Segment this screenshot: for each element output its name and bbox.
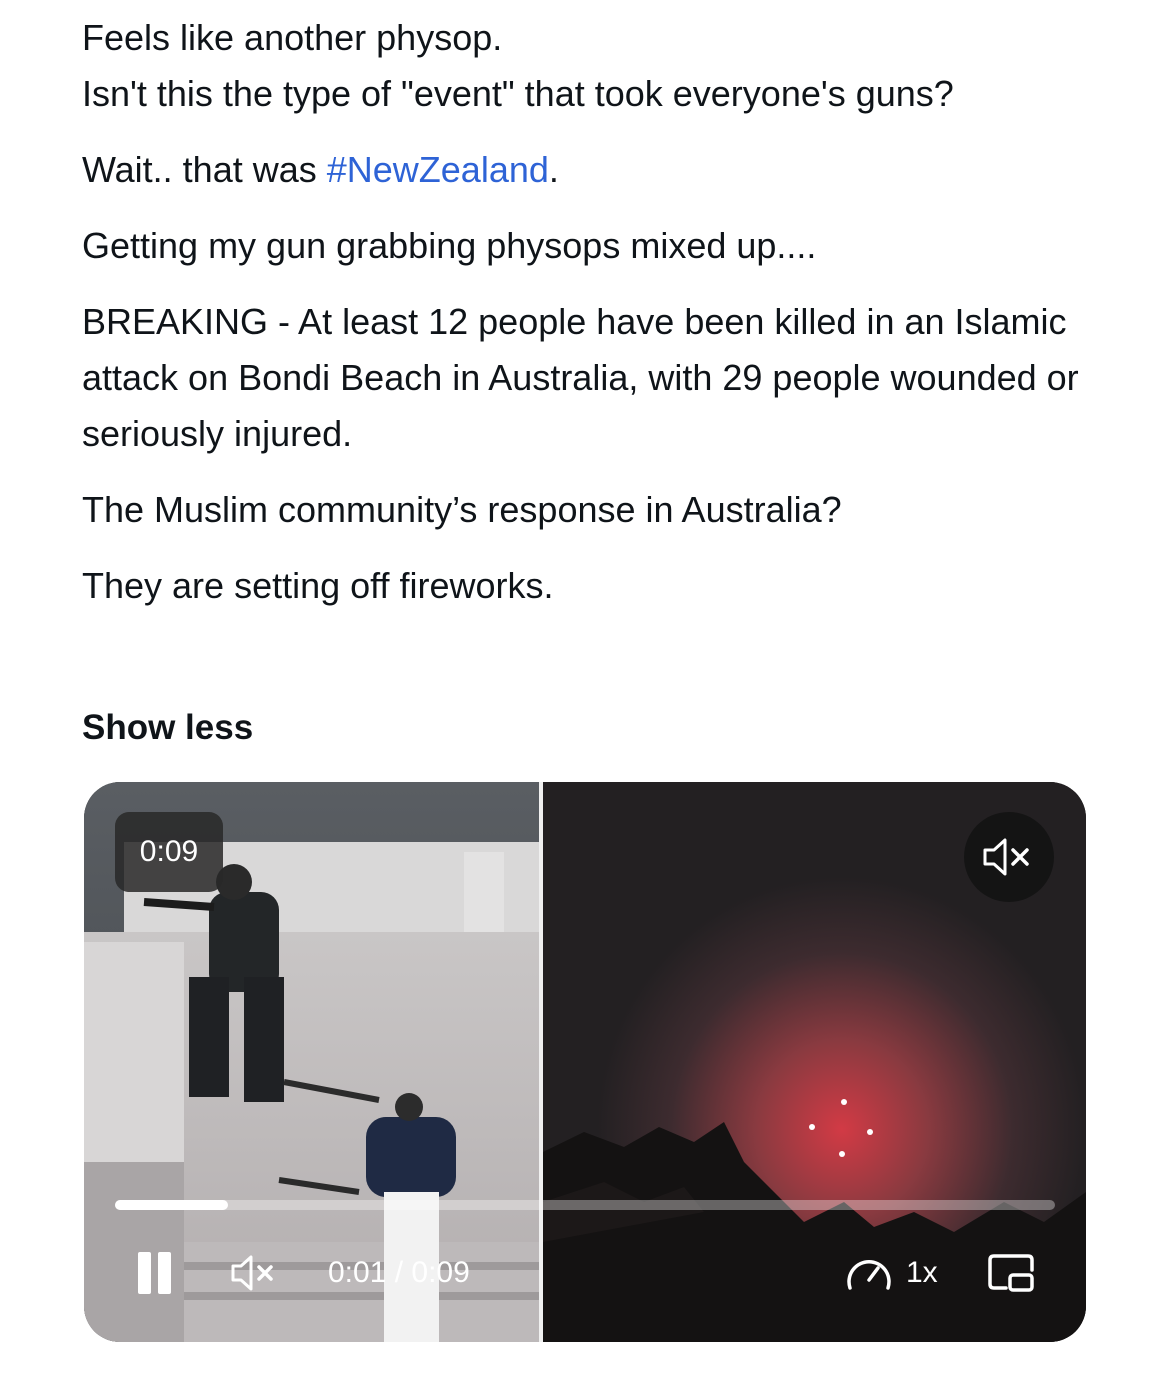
post-line: Isn't this the type of "event" that took… — [82, 73, 954, 114]
unmute-button[interactable] — [964, 812, 1054, 902]
post-paragraph-1: Feels like another physop. Isn't this th… — [82, 10, 1102, 122]
speaker-muted-icon — [983, 838, 1029, 876]
video-player[interactable]: 0:09 0:01 / 0:09 1x — [84, 782, 1086, 1342]
post-paragraph-3: Getting my gun grabbing physops mixed up… — [82, 225, 817, 266]
video-time-display: 0:01 / 0:09 — [328, 1256, 470, 1289]
picture-in-picture-button[interactable] — [986, 1250, 1038, 1296]
post-text-segment: Wait.. that was — [82, 149, 327, 190]
video-progress-bar[interactable] — [115, 1200, 1055, 1210]
pause-icon-bar — [158, 1252, 171, 1294]
video-progress-fill — [115, 1200, 228, 1210]
pause-button[interactable] — [134, 1252, 174, 1294]
playback-speed-button[interactable] — [844, 1250, 894, 1296]
post-line: Feels like another physop. — [82, 17, 503, 58]
post-text-segment: . — [548, 149, 559, 190]
hashtag-link[interactable]: #NewZealand — [327, 149, 549, 190]
post-paragraph-6: They are setting off fireworks. — [82, 565, 554, 606]
post-paragraph-5: The Muslim community’s response in Austr… — [82, 489, 842, 530]
speedometer-icon — [847, 1260, 891, 1290]
playback-speed-label[interactable]: 1x — [906, 1252, 938, 1294]
video-duration-badge: 0:09 — [115, 812, 223, 892]
pause-icon — [138, 1252, 151, 1294]
post-paragraph-2: Wait.. that was #NewZealand. — [82, 142, 1102, 198]
post-paragraph-4: BREAKING - At least 12 people have been … — [82, 301, 1079, 454]
mute-toggle-button[interactable] — [229, 1252, 289, 1294]
post-text: Feels like another physop. Isn't this th… — [82, 10, 1102, 614]
speaker-muted-icon — [231, 1255, 273, 1291]
show-less-button[interactable]: Show less — [82, 708, 253, 748]
video-controls: 0:01 / 0:09 1x — [84, 1242, 1086, 1302]
picture-in-picture-icon — [988, 1254, 1034, 1292]
